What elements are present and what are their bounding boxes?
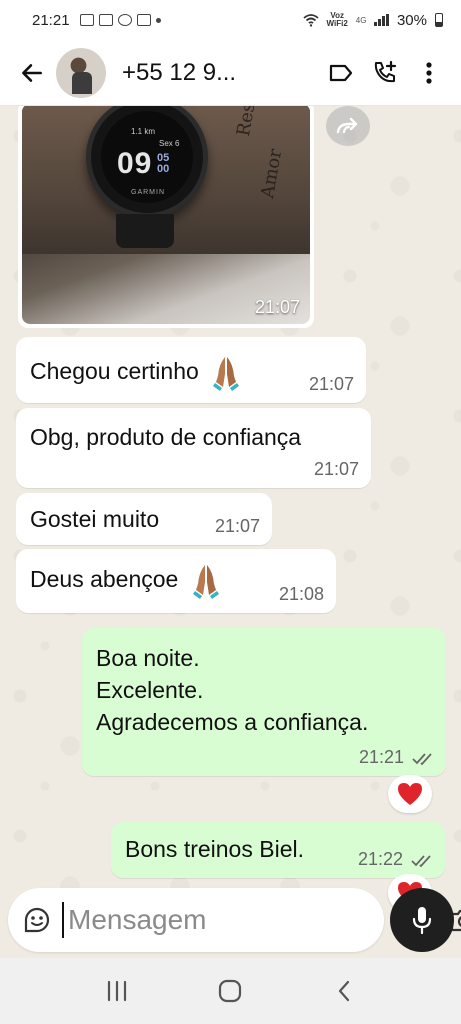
whatsapp-icon: [117, 14, 132, 26]
back-button[interactable]: [14, 55, 50, 91]
wifi-icon: [302, 14, 319, 27]
microphone-icon: [412, 907, 432, 935]
recents-button[interactable]: [87, 966, 147, 1016]
system-back-button[interactable]: [314, 966, 374, 1016]
more-vert-icon: [426, 61, 432, 84]
watch-day: Sex 6: [159, 139, 180, 148]
message-text: Deus abençoe: [30, 566, 179, 593]
back-icon: [339, 980, 350, 1002]
heart-icon: [398, 783, 422, 805]
add-call-icon: [374, 60, 397, 82]
volte-indicator: Voz WiFi2: [327, 12, 348, 28]
watch-strap: [116, 214, 174, 248]
read-ticks-icon: [411, 855, 431, 868]
watch-distance: 1.1 km: [131, 127, 156, 136]
message-composer: [8, 888, 461, 952]
system-nav-bar: [0, 958, 461, 1024]
label-button[interactable]: [319, 51, 363, 95]
message-icon: [98, 14, 113, 26]
voice-message-button[interactable]: [390, 888, 454, 952]
status-left: 21:21: [32, 12, 161, 29]
message-bubble[interactable]: Chegou certinho 21:07: [16, 337, 366, 403]
chat-area[interactable]: Respeito Amor 1.1 km Sex 6 09 05 00 GARM…: [0, 106, 461, 958]
folded-hands-emoji: [192, 565, 219, 599]
watch-brand: GARMIN: [131, 189, 165, 196]
message-time: 21:08: [278, 584, 324, 604]
status-time: 21:21: [32, 11, 70, 29]
watch-minutes: 05 00: [157, 153, 169, 175]
more-notifications-icon: [155, 17, 161, 23]
watch-face: 1.1 km Sex 6 09 05 00 GARMIN: [101, 111, 193, 203]
message-bubble-outgoing[interactable]: Boa noite. Excelente. Agradecemos a conf…: [82, 628, 446, 776]
more-options-button[interactable]: [407, 51, 451, 95]
watch-seconds-value: 00: [157, 163, 170, 175]
battery-icon: [435, 13, 443, 27]
message-bubble[interactable]: Obg, produto de confiança 21:07: [16, 408, 371, 488]
sticker-button[interactable]: [22, 900, 52, 940]
back-arrow-icon: [22, 63, 42, 82]
forward-button[interactable]: [326, 106, 370, 146]
message-time: 21:22: [357, 849, 403, 869]
sticker-icon: [24, 907, 50, 933]
message-bubble[interactable]: Deus abençoe 21:08: [16, 549, 336, 613]
add-call-button[interactable]: [363, 51, 407, 95]
battery-percent: 30%: [396, 11, 427, 29]
folded-hands-emoji: [213, 357, 240, 391]
message-line: Excelente.: [96, 677, 204, 703]
message-text-wrap: Chegou certinho: [30, 337, 352, 392]
gallery-icon: [79, 14, 94, 26]
home-icon: [219, 979, 242, 1003]
notification-icons: [79, 14, 161, 26]
status-bar: 21:21 Voz WiFi2 4G 30%: [0, 0, 461, 40]
gmail-icon: [136, 14, 151, 26]
message-time: 21:07: [313, 459, 359, 479]
message-text: Chegou certinho: [30, 358, 199, 385]
recents-icon: [107, 980, 126, 1002]
contact-name[interactable]: +55 12 9...: [122, 59, 319, 87]
forward-icon: [336, 117, 358, 134]
message-time: 21:07: [214, 516, 260, 536]
network-type: 4G: [355, 15, 367, 25]
message-time: 21:07: [308, 374, 354, 394]
message-line: Boa noite.: [96, 645, 200, 671]
watch-photo[interactable]: Respeito Amor 1.1 km Sex 6 09 05 00 GARM…: [22, 106, 310, 324]
carrier-line2: WiFi2: [326, 19, 348, 28]
reaction-badge[interactable]: [388, 775, 432, 813]
chat-header: +55 12 9...: [0, 40, 461, 106]
message-input[interactable]: [62, 902, 429, 938]
label-icon: [329, 64, 353, 81]
home-button[interactable]: [200, 966, 260, 1016]
signal-icon: [374, 14, 389, 26]
message-bubble-outgoing[interactable]: Bons treinos Biel. 21:22: [111, 822, 445, 878]
message-text-block: Boa noite. Excelente. Agradecemos a conf…: [96, 628, 432, 738]
read-ticks-icon: [412, 753, 432, 766]
message-text: Obg, produto de confiança: [30, 424, 302, 450]
message-line: Agradecemos a confiança.: [96, 709, 369, 735]
watch-hour: 09: [117, 147, 153, 180]
message-time: 21:21: [358, 747, 404, 767]
contact-avatar[interactable]: [56, 47, 106, 98]
status-right: Voz WiFi2 4G 30%: [302, 11, 443, 29]
message-bubble[interactable]: Gostei muito 21:07: [16, 493, 272, 545]
message-time: 21:07: [254, 297, 300, 317]
image-message[interactable]: Respeito Amor 1.1 km Sex 6 09 05 00 GARM…: [18, 106, 314, 328]
